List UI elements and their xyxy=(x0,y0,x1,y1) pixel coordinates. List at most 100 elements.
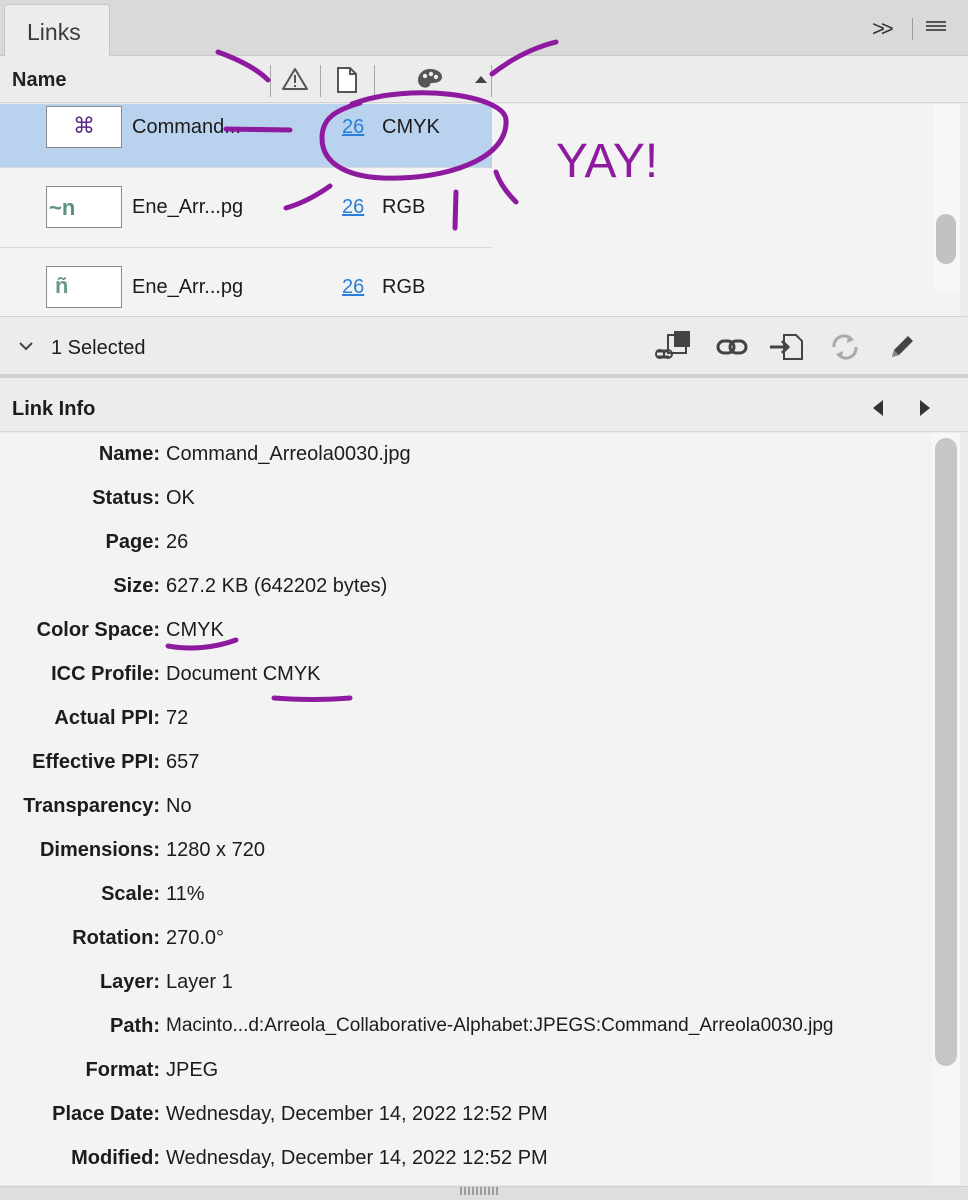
info-label: Format: xyxy=(85,1059,160,1081)
link-page-number[interactable]: 26 xyxy=(342,276,364,299)
info-value: Wednesday, December 14, 2022 12:52 PM xyxy=(166,1147,548,1169)
info-value: JPEG xyxy=(166,1059,219,1081)
info-label: Layer: xyxy=(99,971,160,993)
info-value: OK xyxy=(166,487,195,509)
link-name: Ene_Arr...pg xyxy=(132,196,244,218)
panel-menu-icon[interactable] xyxy=(926,21,946,35)
link-name: Ene_Arr...pg xyxy=(132,276,244,298)
info-label: Page: xyxy=(105,531,160,553)
link-color-space: RGB xyxy=(382,196,426,218)
link-page-number[interactable]: 26 xyxy=(342,196,364,219)
info-row-modified: Modified: Wednesday, December 14, 2022 12… xyxy=(0,1137,932,1181)
info-value: 72 xyxy=(166,707,189,729)
info-row-format: Format: JPEG xyxy=(0,1049,932,1093)
link-page-number[interactable]: 26 xyxy=(342,116,364,139)
info-label: Modified: xyxy=(71,1147,160,1169)
resize-grip-icon[interactable] xyxy=(460,1187,500,1195)
links-scroll-thumb[interactable] xyxy=(936,214,956,264)
info-label: Color Space: xyxy=(36,619,160,641)
info-row-name: Name: Command_Arreola0030.jpg xyxy=(0,433,932,477)
link-info-header: Link Info xyxy=(0,382,968,432)
links-panel: Links >> Name ⌘ Command... 26 CMYK ~n En… xyxy=(0,0,968,1200)
info-label: Size: xyxy=(113,575,160,597)
info-row-size: Size: 627.2 KB (642202 bytes) xyxy=(0,565,932,609)
info-row-actual-ppi: Actual PPI: 72 xyxy=(0,697,932,741)
thumbnail-glyph: ⌘ xyxy=(73,113,95,138)
info-row-path: Path: Macinto...d:Arreola_Collaborative-A… xyxy=(0,1005,932,1049)
relink-from-cc-icon[interactable] xyxy=(654,331,692,363)
link-info-scroll-thumb[interactable] xyxy=(935,438,957,1066)
link-color-space: CMYK xyxy=(382,116,440,138)
link-info-panel: Name: Command_Arreola0030.jpg Status: OK P… xyxy=(0,433,932,1185)
thumbnail-glyph: ~n xyxy=(49,195,76,220)
info-label: Effective PPI: xyxy=(32,751,160,773)
next-link-icon[interactable] xyxy=(920,400,930,416)
selection-count: 1 Selected xyxy=(51,337,146,359)
link-info-title: Link Info xyxy=(12,398,96,420)
info-value: CMYK xyxy=(166,619,224,641)
info-label: Actual PPI: xyxy=(54,707,160,729)
info-row-layer: Layer: Layer 1 xyxy=(0,961,932,1005)
link-row-0[interactable]: ⌘ Command... 26 CMYK xyxy=(0,104,492,168)
tab-links[interactable]: Links xyxy=(4,4,110,56)
chevron-down-icon[interactable] xyxy=(18,339,34,357)
edit-original-icon[interactable] xyxy=(884,331,922,363)
info-value: Command_Arreola0030.jpg xyxy=(166,443,411,465)
link-row-1[interactable]: ~n Ene_Arr...pg 26 RGB xyxy=(0,168,492,248)
info-row-effective-ppi: Effective PPI: 657 xyxy=(0,741,932,785)
info-value: No xyxy=(166,795,192,817)
info-label: Dimensions: xyxy=(39,839,160,861)
info-label: Path: xyxy=(110,1015,160,1037)
column-name[interactable]: Name xyxy=(12,69,66,92)
link-thumbnail: ñ xyxy=(46,266,122,308)
info-label: Scale: xyxy=(101,883,160,905)
info-value: 657 xyxy=(166,751,200,773)
tab-bar-divider xyxy=(912,18,913,40)
info-value: 11% xyxy=(166,883,205,905)
relink-icon[interactable] xyxy=(714,331,752,363)
info-row-dimensions: Dimensions: 1280 x 720 xyxy=(0,829,932,873)
links-column-header: Name xyxy=(0,57,968,103)
panel-tab-bar: Links >> xyxy=(0,0,968,56)
tab-links-label: Links xyxy=(27,19,81,45)
sort-ascending-icon[interactable] xyxy=(474,71,488,89)
info-row-rotation: Rotation: 270.0° xyxy=(0,917,932,961)
collapse-panel-icon[interactable]: >> xyxy=(872,16,894,42)
link-color-space: RGB xyxy=(382,276,426,298)
info-row-icc-profile: ICC Profile: Document CMYK xyxy=(0,653,932,697)
info-label: Name: xyxy=(98,443,160,465)
update-link-icon[interactable] xyxy=(826,331,864,363)
info-value: Wednesday, December 14, 2022 12:52 PM xyxy=(166,1103,548,1125)
column-divider xyxy=(374,65,375,97)
links-list: ⌘ Command... 26 CMYK ~n Ene_Arr...pg 26 … xyxy=(0,104,960,316)
warning-icon[interactable] xyxy=(282,67,308,96)
thumbnail-glyph: ñ xyxy=(55,273,69,298)
palette-icon[interactable] xyxy=(416,67,444,96)
column-divider xyxy=(270,65,271,97)
info-label: ICC Profile: xyxy=(51,663,160,685)
info-row-scale: Scale: 11% xyxy=(0,873,932,917)
link-row-2[interactable]: ñ Ene_Arr...pg 26 RGB xyxy=(0,248,492,316)
info-row-color-space: Color Space: CMYK xyxy=(0,609,932,653)
info-row-place-date: Place Date: Wednesday, December 14, 2022 … xyxy=(0,1093,932,1137)
info-row-status: Status: OK xyxy=(0,477,932,521)
info-value: Macinto...d:Arreola_Collaborative-Alphab… xyxy=(166,1015,834,1036)
info-value: 627.2 KB (642202 bytes) xyxy=(166,575,388,597)
info-row-page: Page: 26 xyxy=(0,521,932,565)
page-icon[interactable] xyxy=(336,67,358,98)
info-value: 26 xyxy=(166,531,189,553)
selection-bar: 1 Selected xyxy=(0,316,968,378)
info-label: Transparency: xyxy=(23,795,160,817)
info-label: Rotation: xyxy=(72,927,160,949)
info-value: Document CMYK xyxy=(166,663,321,685)
link-thumbnail: ⌘ xyxy=(46,106,122,148)
info-value: Layer 1 xyxy=(166,971,233,993)
go-to-link-icon[interactable] xyxy=(768,331,806,363)
info-value: 270.0° xyxy=(166,927,225,949)
info-value: 1280 x 720 xyxy=(166,839,265,861)
column-divider xyxy=(320,65,321,97)
info-label: Status: xyxy=(92,487,160,509)
previous-link-icon[interactable] xyxy=(873,400,883,416)
link-thumbnail: ~n xyxy=(46,186,122,228)
column-divider xyxy=(491,65,492,97)
